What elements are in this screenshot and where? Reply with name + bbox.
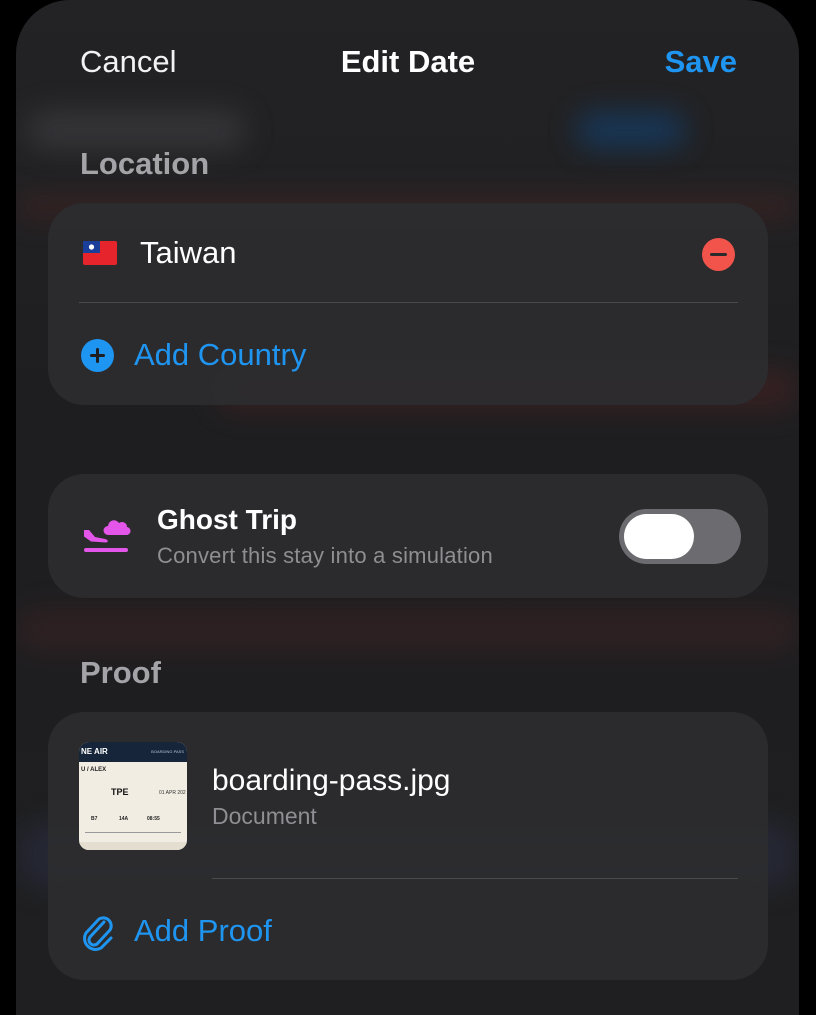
country-name: Taiwan bbox=[140, 235, 237, 270]
thumbnail-header-label: BOARDING PASS bbox=[151, 749, 184, 754]
location-section-label: Location bbox=[80, 146, 210, 181]
taiwan-flag-icon bbox=[83, 241, 117, 265]
proof-section-label: Proof bbox=[80, 655, 161, 690]
save-button[interactable]: Save bbox=[665, 44, 737, 80]
divider bbox=[79, 302, 738, 303]
plane-landing-cloud-icon bbox=[84, 520, 131, 552]
add-country-button[interactable]: Add Country bbox=[134, 337, 306, 373]
ghost-trip-subtitle: Convert this stay into a simulation bbox=[157, 543, 493, 568]
ghost-trip-toggle[interactable] bbox=[619, 509, 741, 564]
thumbnail-footer bbox=[79, 842, 187, 850]
thumbnail-field: 08:55 bbox=[147, 816, 160, 822]
background-blur bbox=[16, 610, 799, 650]
add-proof-button[interactable]: Add Proof bbox=[134, 913, 272, 949]
thumbnail-airline: NE AIR bbox=[81, 747, 108, 756]
background-blur bbox=[576, 112, 686, 148]
thumbnail-field: B7 bbox=[91, 816, 98, 822]
boarding-pass-thumbnail[interactable]: NE AIR BOARDING PASS U / ALEX TPE 01 APR… bbox=[79, 742, 187, 850]
proof-file-type: Document bbox=[212, 803, 317, 829]
paperclip-icon[interactable] bbox=[80, 912, 114, 952]
proof-file-name[interactable]: boarding-pass.jpg bbox=[212, 764, 451, 798]
navigation-bar: Cancel Edit Date Save bbox=[0, 38, 816, 90]
plus-circle-icon[interactable] bbox=[81, 339, 114, 372]
toggle-knob bbox=[624, 514, 694, 559]
thumbnail-divider bbox=[85, 832, 181, 833]
thumbnail-header: NE AIR BOARDING PASS bbox=[79, 742, 187, 762]
thumbnail-date: 01 APR 202 bbox=[159, 790, 186, 796]
background-blur bbox=[26, 110, 246, 150]
thumbnail-field: 14A bbox=[119, 816, 129, 822]
proof-card: NE AIR BOARDING PASS U / ALEX TPE 01 APR… bbox=[48, 712, 768, 980]
ghost-trip-title: Ghost Trip bbox=[157, 504, 297, 535]
location-card: Taiwan Add Country bbox=[48, 203, 768, 405]
thumbnail-passenger: U / ALEX bbox=[81, 767, 107, 773]
thumbnail-airport-code: TPE bbox=[111, 787, 129, 797]
ghost-trip-card: Ghost Trip Convert this stay into a simu… bbox=[48, 474, 768, 598]
divider bbox=[212, 878, 738, 879]
remove-country-button[interactable] bbox=[702, 238, 735, 271]
